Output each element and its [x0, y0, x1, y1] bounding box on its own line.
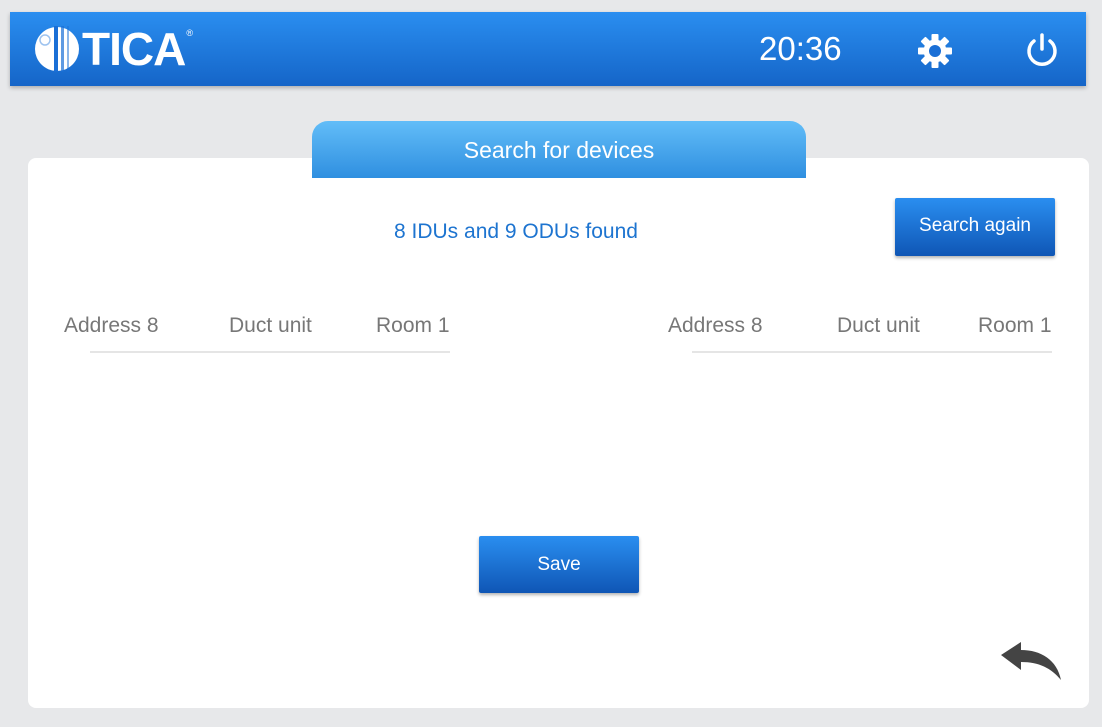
found-status-text: 8 IDUs and 9 ODUs found [394, 220, 638, 243]
search-again-button[interactable]: Search again [895, 198, 1055, 256]
device-divider [692, 351, 1052, 353]
power-icon[interactable] [1024, 32, 1060, 70]
back-arrow-icon[interactable] [999, 640, 1063, 682]
clock: 20:36 [759, 30, 842, 67]
device-type: Duct unit [229, 314, 312, 337]
device-type: Duct unit [837, 314, 920, 337]
top-bar: TICA ® 20:36 [10, 12, 1086, 86]
logo-text: TICA [82, 23, 186, 75]
device-address: Address 8 [64, 314, 159, 337]
device-divider [90, 351, 450, 353]
device-room: Room 1 [376, 314, 450, 337]
tab-search-for-devices: Search for devices [312, 121, 806, 178]
logo-registered-mark: ® [186, 28, 193, 38]
device-address: Address 8 [668, 314, 763, 337]
save-button[interactable]: Save [479, 536, 639, 593]
tica-logo: TICA ® [34, 23, 193, 75]
gear-icon[interactable] [917, 33, 953, 69]
logo-mark-icon [35, 26, 79, 72]
device-room: Room 1 [978, 314, 1052, 337]
